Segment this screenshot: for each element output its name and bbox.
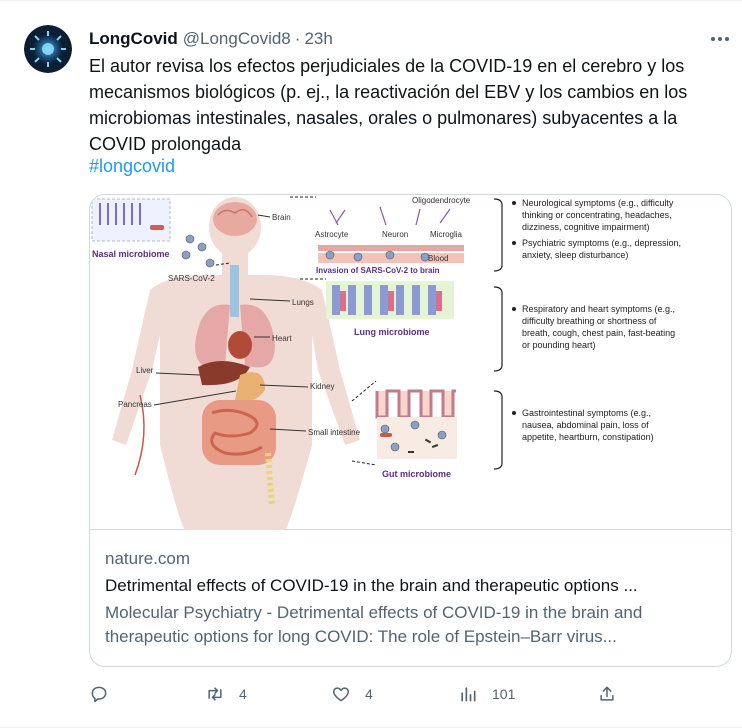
share-icon [600,686,614,701]
liver-label: Liver [136,366,154,375]
bracket-gi [493,390,503,470]
nasal-microbiome-label: Nasal microbiome [92,249,170,259]
kidney-label: Kidney [310,382,334,391]
tweet-header: LongCovid @LongCovid8 · 23h [89,28,333,50]
symptom-neuro-2: thinking or concentrating, headaches, [522,210,672,220]
symptom-resp-1: Respiratory and heart symptoms (e.g., [522,304,675,314]
blood-label: Blood [428,254,448,263]
more-options-button[interactable] [708,29,732,49]
symptoms-list: Neurological symptoms (e.g., difficulty … [512,198,681,442]
heart-shape [228,331,252,359]
symptom-gi-2: nausea, abdominal pain, loss of [522,420,649,430]
author-display-name[interactable]: LongCovid [89,29,178,49]
views-button[interactable]: 101 [458,681,515,707]
like-button[interactable]: 4 [331,681,373,707]
brain-label: Brain [272,213,291,222]
separator-dot: · [294,29,301,48]
gut-microbiome-label: Gut microbiome [382,469,451,479]
lungs-label: Lungs [292,298,314,307]
symptom-neuro-3: dizziness, cognitive impairment) [522,222,650,232]
reply-button[interactable] [89,681,123,707]
pancreas-label: Pancreas [118,400,152,409]
like-count: 4 [365,686,373,702]
small-intestine-label: Small intestine [308,428,361,437]
lung-microbiome-panel: Lung microbiome [326,281,454,337]
more-icon [711,37,729,41]
symptom-psych-2: anxiety, sleep disturbance) [522,250,628,260]
hashtag-link[interactable]: #longcovid [89,153,175,179]
tweet-text: El autor revisa los efectos perjudiciale… [89,56,688,154]
avatar[interactable] [24,25,72,73]
sars-cov-2-label: SARS-CoV-2 [168,274,215,283]
bracket-neuro [493,198,503,272]
retweet-button[interactable]: 4 [205,681,247,707]
brain-shape [213,202,257,236]
share-button[interactable] [597,681,617,707]
neuron-label: Neuron [382,230,408,239]
tweet[interactable]: LongCovid @LongCovid8 · 23h El autor rev… [0,0,742,728]
microglia-label: Microglia [430,230,463,239]
views-icon [461,687,476,702]
card-image[interactable]: Nasal microbiome SARS-CoV-2 Brain Astroc… [90,195,731,530]
retweet-count: 4 [239,686,247,702]
tweet-actions: 4 4 101 [89,681,729,707]
trachea-shape [230,265,239,317]
tweet-timestamp[interactable]: 23h [304,29,332,49]
link-preview-card[interactable]: Nasal microbiome SARS-CoV-2 Brain Astroc… [89,194,732,667]
intestine-shape [202,400,276,465]
heart-label: Heart [272,334,292,343]
card-description: Molecular Psychiatry - Detrimental effec… [105,603,643,646]
symptom-gi-1: Gastrointestinal symptoms (e.g., [522,408,651,418]
avatar-logo-icon [24,25,72,73]
retweet-icon [208,687,222,701]
figure-diagram: Nasal microbiome SARS-CoV-2 Brain Astroc… [91,196,681,530]
symptom-gi-3: appetite, heartburn, constipation) [522,432,654,442]
bracket-resp [493,286,503,372]
invasion-label: Invasion of SARS-CoV-2 to brain [316,266,440,275]
author-handle[interactable]: @LongCovid8 [183,29,291,49]
card-domain: nature.com [105,549,191,568]
lung-microbiome-label: Lung microbiome [354,327,430,337]
invasion-panel: Astrocyte Oligodendrocyte Neuron Microgl… [315,196,471,275]
oligodendrocyte-label: Oligodendrocyte [412,196,471,205]
symptom-resp-3: breath, cough, chest pain, fast-beating [522,328,675,338]
gut-microbiome-panel: Gut microbiome [375,389,457,479]
symptom-psych-1: Psychiatric symptoms (e.g., depression, [522,238,681,248]
astrocyte-label: Astrocyte [315,230,349,239]
heart-icon [332,687,350,702]
symptom-neuro-1: Neurological symptoms (e.g., difficulty [522,198,674,208]
symptom-resp-4: or pounding heart) [522,340,596,350]
card-title[interactable]: Detrimental effects of COVID-19 in the b… [105,576,720,596]
reply-icon [91,686,107,703]
symptom-resp-2: difficulty breathing or shortness of [522,316,657,326]
views-count: 101 [492,686,516,702]
